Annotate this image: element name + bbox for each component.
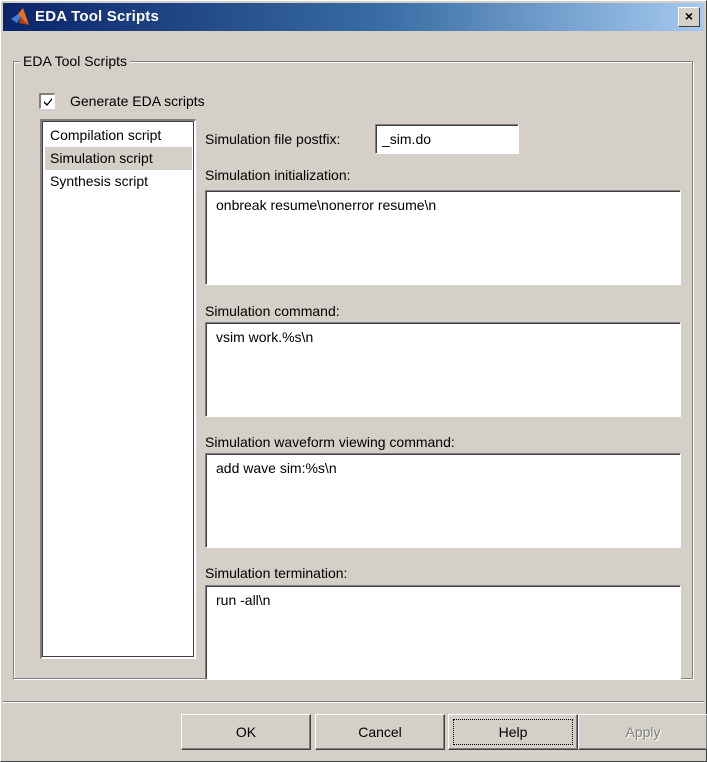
- apply-button[interactable]: Apply: [578, 714, 707, 750]
- focus-ring: [453, 719, 573, 745]
- window-title: EDA Tool Scripts: [35, 8, 160, 25]
- cancel-button[interactable]: Cancel: [315, 714, 445, 750]
- script-type-listbox[interactable]: Compilation script Simulation script Syn…: [40, 119, 196, 659]
- button-separator: [3, 701, 704, 703]
- checkmark-icon: [44, 98, 52, 106]
- waveform-textarea[interactable]: add wave sim:%s\n: [205, 453, 681, 548]
- ok-button[interactable]: OK: [181, 714, 311, 750]
- help-button[interactable]: Help: [448, 714, 578, 750]
- list-item-compilation[interactable]: Compilation script: [45, 124, 192, 147]
- cancel-button-label: Cancel: [358, 724, 402, 740]
- matlab-logo-icon: [11, 8, 29, 25]
- list-item-synthesis[interactable]: Synthesis script: [45, 170, 192, 193]
- postfix-label: Simulation file postfix:: [205, 131, 341, 147]
- ok-button-label: OK: [235, 724, 257, 740]
- waveform-label: Simulation waveform viewing command:: [205, 434, 455, 450]
- close-icon: ×: [684, 8, 694, 24]
- init-textarea[interactable]: onbreak resume\nonerror resume\n: [205, 190, 681, 285]
- title-bar[interactable]: EDA Tool Scripts ×: [3, 3, 704, 31]
- init-label: Simulation initialization:: [205, 167, 351, 183]
- generate-scripts-checkbox[interactable]: [39, 93, 55, 109]
- list-item-simulation[interactable]: Simulation script: [45, 147, 192, 170]
- termination-textarea[interactable]: run -all\n: [205, 585, 681, 680]
- command-textarea[interactable]: vsim work.%s\n: [205, 322, 681, 417]
- apply-button-label: Apply: [625, 724, 661, 740]
- command-label: Simulation command:: [205, 303, 340, 319]
- close-button[interactable]: ×: [678, 7, 700, 27]
- generate-scripts-label: Generate EDA scripts: [70, 93, 205, 109]
- postfix-input[interactable]: _sim.do: [375, 124, 519, 154]
- groupbox-legend: EDA Tool Scripts: [20, 52, 131, 70]
- dialog-window: EDA Tool Scripts × EDA Tool Scripts Gene…: [0, 0, 707, 762]
- termination-label: Simulation termination:: [205, 565, 348, 581]
